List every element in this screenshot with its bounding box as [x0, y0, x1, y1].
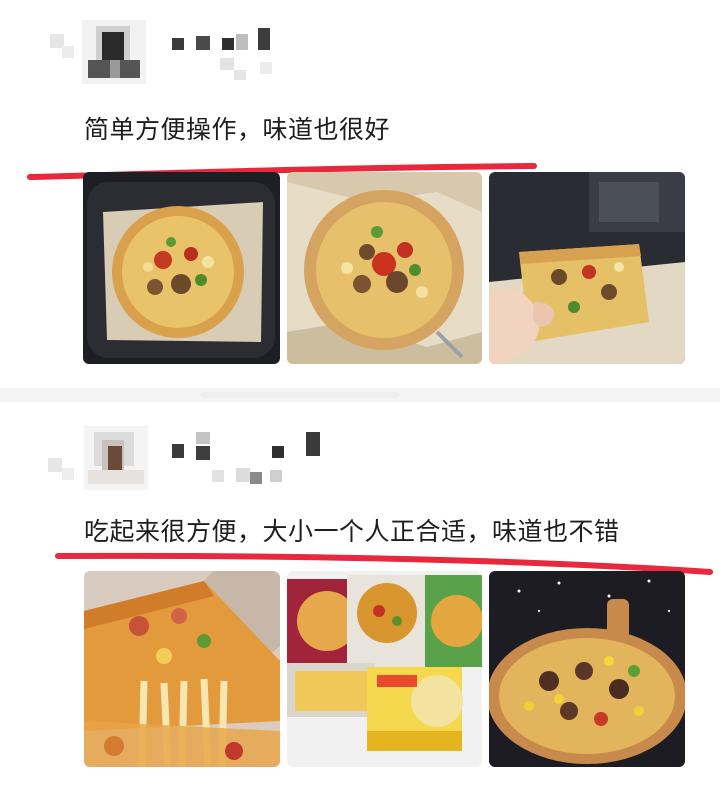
blur-pixel: [62, 46, 74, 58]
review-card: 吃起来很方便，大小一个人正合适，味道也不错: [0, 402, 720, 805]
whole-pizza-photo[interactable]: [287, 172, 482, 364]
pizza-on-board-photo[interactable]: [489, 571, 685, 767]
blur-pixel: [48, 458, 62, 472]
user-avatar[interactable]: [84, 426, 148, 490]
pizza-in-air-fryer-photo[interactable]: [83, 172, 280, 364]
cheese-pull-slice-photo[interactable]: [84, 571, 280, 767]
pizza-slices-in-hand-photo[interactable]: [489, 172, 685, 364]
review-separator: [0, 388, 720, 402]
review-card: 简单方便操作，味道也很好: [0, 0, 720, 388]
review-comment: 简单方便操作，味道也很好: [84, 115, 391, 144]
pizza-boxes-photo[interactable]: [287, 571, 482, 767]
review-comment: 吃起来很方便，大小一个人正合适，味道也不错: [84, 517, 620, 546]
user-avatar[interactable]: [82, 20, 146, 84]
blur-pixel: [62, 468, 74, 480]
